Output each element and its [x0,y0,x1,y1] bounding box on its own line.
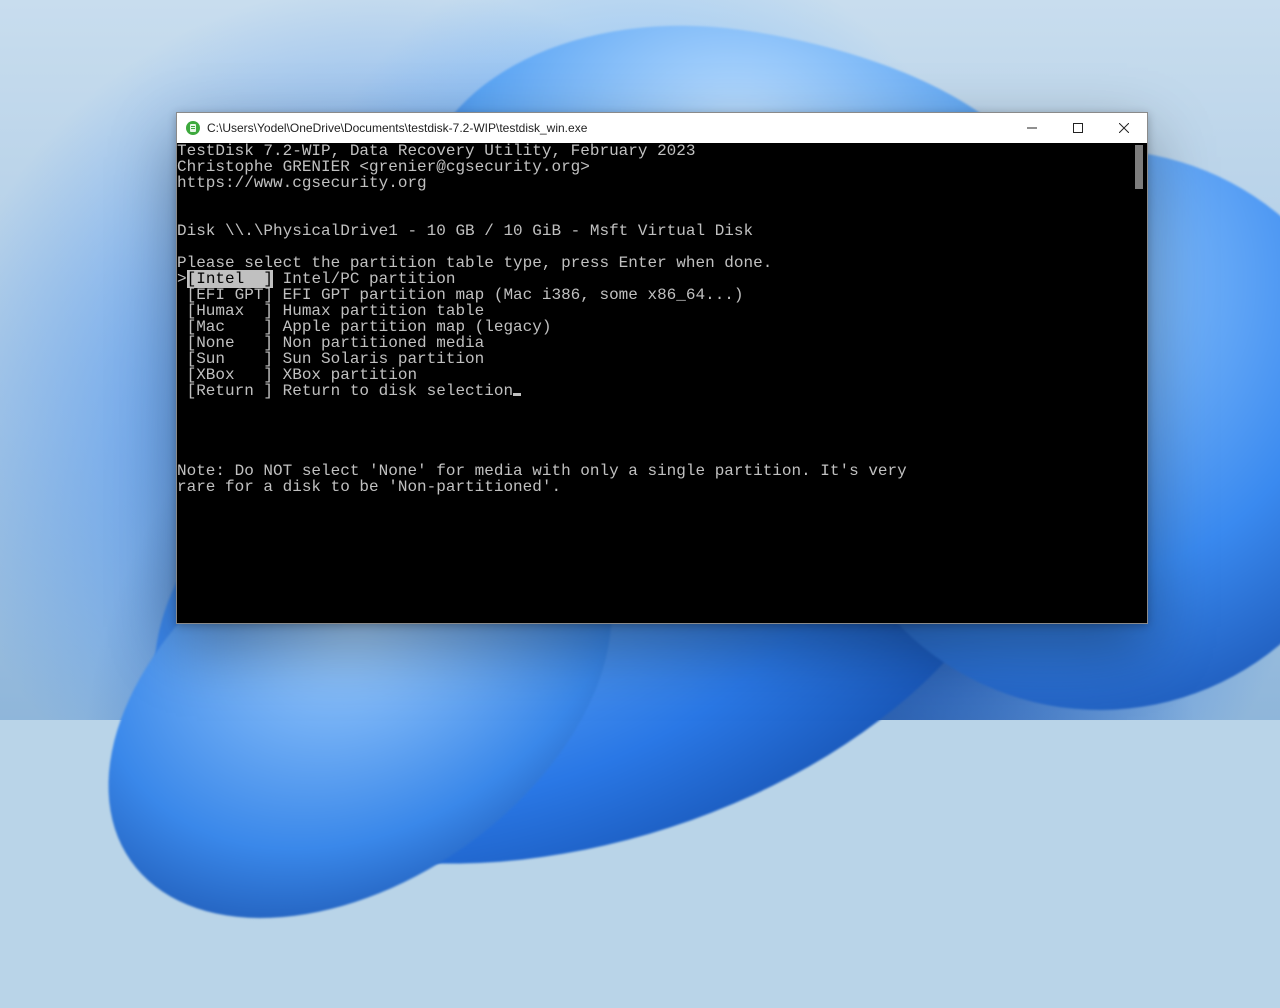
scrollbar-thumb[interactable] [1135,145,1143,189]
console-note-line: Note: Do NOT select 'None' for media wit… [177,463,1131,479]
partition-type-option[interactable]: [EFI GPT] EFI GPT partition map (Mac i38… [177,287,1131,303]
partition-type-option[interactable]: [Return ] Return to disk selection [177,383,1131,399]
console-line [177,575,1131,591]
console-line [177,239,1131,255]
console-disk-line: Disk \\.\PhysicalDrive1 - 10 GB / 10 GiB… [177,223,1131,239]
maximize-button[interactable] [1055,113,1101,143]
console-header-line: TestDisk 7.2-WIP, Data Recovery Utility,… [177,143,1131,159]
console-note-line: rare for a disk to be 'Non-partitioned'. [177,479,1131,495]
console-area[interactable]: TestDisk 7.2-WIP, Data Recovery Utility,… [177,143,1147,623]
console-prompt-line: Please select the partition table type, … [177,255,1131,271]
close-button[interactable] [1101,113,1147,143]
console-line [177,431,1131,447]
titlebar[interactable]: C:\Users\Yodel\OneDrive\Documents\testdi… [177,113,1147,143]
partition-type-option[interactable]: [Sun ] Sun Solaris partition [177,351,1131,367]
minimize-button[interactable] [1009,113,1055,143]
console-header-line: Christophe GRENIER <grenier@cgsecurity.o… [177,159,1131,175]
app-icon [185,120,201,136]
console-header-line: https://www.cgsecurity.org [177,175,1131,191]
console-line [177,399,1131,415]
console-line [177,415,1131,431]
console-line [177,511,1131,527]
partition-type-option[interactable]: [XBox ] XBox partition [177,367,1131,383]
partition-type-option[interactable]: >[Intel ] Intel/PC partition [177,271,1131,287]
console-line [177,543,1131,559]
window-title: C:\Users\Yodel\OneDrive\Documents\testdi… [207,121,1009,135]
app-window: C:\Users\Yodel\OneDrive\Documents\testdi… [176,112,1148,624]
partition-type-option[interactable]: [Mac ] Apple partition map (legacy) [177,319,1131,335]
console-line [177,559,1131,575]
console-line [177,447,1131,463]
partition-type-option[interactable]: [None ] Non partitioned media [177,335,1131,351]
text-cursor [513,393,521,396]
console-line [177,527,1131,543]
console-line [177,607,1131,623]
console-line [177,207,1131,223]
scrollbar[interactable] [1131,143,1147,623]
console-line [177,591,1131,607]
console-line [177,495,1131,511]
partition-type-option[interactable]: [Humax ] Humax partition table [177,303,1131,319]
console-line [177,191,1131,207]
